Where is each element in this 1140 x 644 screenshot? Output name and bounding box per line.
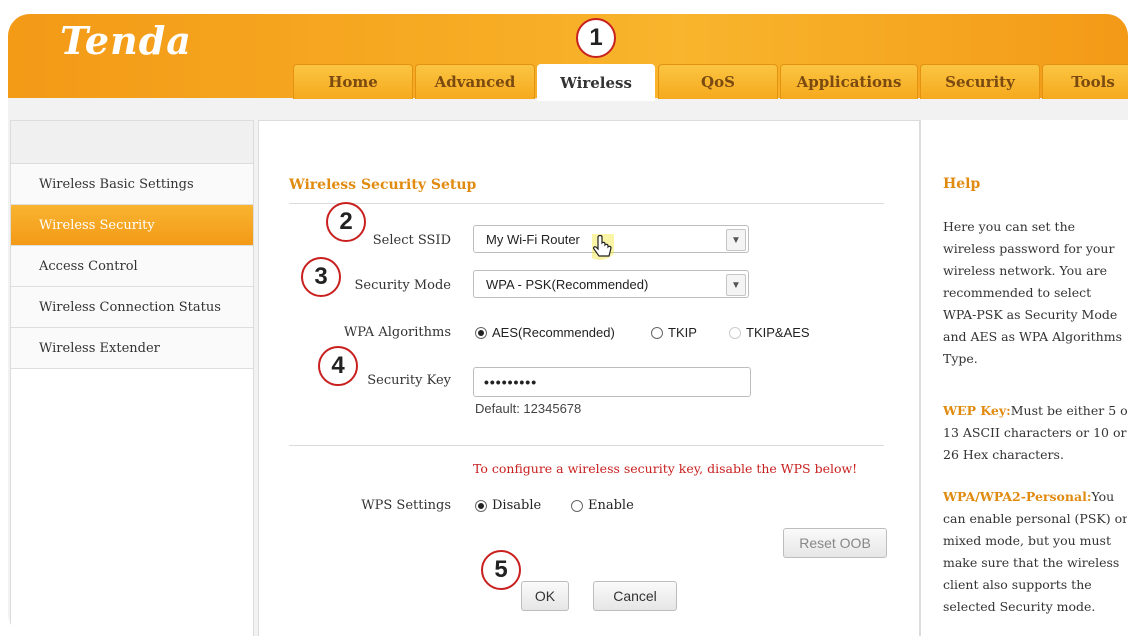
tenda-logo: Tenda — [60, 18, 192, 63]
help-line: recommended to select — [943, 285, 1092, 300]
security-mode-value: WPA - PSK(Recommended) — [486, 276, 649, 292]
help-line: and AES as WPA Algorithms — [943, 329, 1122, 344]
sidebar-item-wireless-extender[interactable]: Wireless Extender — [11, 328, 253, 369]
algo-aes-label: AES(Recommended) — [492, 325, 615, 340]
step-marker-3: 3 — [301, 257, 341, 297]
divider — [289, 445, 884, 446]
key-default-hint: Default: 12345678 — [475, 401, 582, 416]
section-title: Wireless Security Setup — [289, 177, 477, 193]
wpa-term: WPA/WPA2-Personal: — [943, 489, 1092, 504]
sidebar-item-wireless-connection-status[interactable]: Wireless Connection Status — [11, 287, 253, 328]
tab-tools[interactable]: Tools — [1042, 64, 1128, 99]
wps-enable-label: Enable — [588, 498, 634, 513]
wpa-text: You — [1091, 489, 1115, 504]
step-marker-5: 5 — [481, 550, 521, 590]
radio-icon — [651, 326, 663, 339]
wps-warning-text: To configure a wireless security key, di… — [473, 461, 858, 476]
help-line: can enable personal (PSK) or — [943, 511, 1127, 526]
algo-tkip-label: TKIP — [668, 325, 697, 340]
help-line: WEP Key:Must be either 5 or — [943, 400, 1127, 422]
ssid-value: My Wi-Fi Router — [486, 231, 580, 247]
security-key-input[interactable]: ••••••••• — [473, 367, 751, 397]
help-intro: Here you can set the wireless password f… — [943, 216, 1127, 370]
radio-icon — [729, 326, 741, 339]
security-mode-select[interactable]: WPA - PSK(Recommended) ▼ — [473, 270, 749, 298]
sidebar-item-wireless-basic-settings[interactable]: Wireless Basic Settings — [11, 164, 253, 205]
help-line: mixed mode, but you must — [943, 533, 1111, 548]
security-key-label: Security Key — [367, 373, 451, 388]
divider — [289, 203, 884, 204]
sidebar-item-wireless-security[interactable]: Wireless Security — [11, 205, 253, 246]
radio-icon — [571, 499, 583, 512]
algo-radio-tkip-aes[interactable]: TKIP&AES — [729, 325, 810, 340]
hand-cursor-icon — [592, 234, 614, 260]
ok-button[interactable]: OK — [521, 581, 569, 611]
tab-applications[interactable]: Applications — [780, 64, 918, 99]
help-line: wireless network. You are — [943, 263, 1108, 278]
sidebar: Wireless Basic Settings Wireless Securit… — [10, 120, 254, 636]
sidebar-item-access-control[interactable]: Access Control — [11, 246, 253, 287]
help-line: WPA-PSK as Security Mode — [943, 307, 1118, 322]
radio-selected-icon — [475, 499, 487, 512]
algo-tkip-aes-label: TKIP&AES — [746, 325, 810, 340]
main-panel: Wireless Security Setup Select SSID My W… — [258, 120, 920, 636]
cancel-button[interactable]: Cancel — [593, 581, 677, 611]
wep-text: Must be either 5 or — [1010, 403, 1127, 418]
help-line: make sure that the wireless — [943, 555, 1120, 570]
tab-advanced[interactable]: Advanced — [415, 64, 535, 99]
step-marker-4: 4 — [318, 346, 358, 386]
help-panel: Help Here you can set the wireless passw… — [920, 120, 1128, 636]
help-line: WPA/WPA2-Personal:You — [943, 486, 1127, 508]
help-line: 26 Hex characters. — [943, 447, 1064, 462]
ssid-label: Select SSID — [372, 233, 451, 248]
wps-radio-disable[interactable]: Disable — [475, 498, 541, 513]
wps-settings-label: WPS Settings — [361, 498, 451, 513]
help-line: Here you can set the — [943, 219, 1076, 234]
header-bar: Tenda Home Advanced Wireless QoS Applica… — [8, 14, 1128, 101]
help-line: Type. — [943, 351, 978, 366]
step-marker-2: 2 — [326, 202, 366, 242]
help-line: wireless password for your — [943, 241, 1115, 256]
radio-selected-icon — [475, 326, 487, 339]
algo-radio-tkip[interactable]: TKIP — [651, 325, 697, 340]
help-line: 13 ASCII characters or 10 or — [943, 425, 1127, 440]
help-title: Help — [943, 176, 981, 192]
help-line: selected Security mode. — [943, 599, 1096, 614]
router-admin-window: Tenda Home Advanced Wireless QoS Applica… — [8, 14, 1128, 636]
wep-key-term: WEP Key: — [943, 403, 1011, 418]
wps-radio-enable[interactable]: Enable — [571, 498, 634, 513]
tab-qos[interactable]: QoS — [658, 64, 778, 99]
tab-wireless[interactable]: Wireless — [537, 64, 655, 101]
help-wpa: WPA/WPA2-Personal:You can enable persona… — [943, 486, 1127, 618]
wps-disable-label: Disable — [492, 498, 542, 513]
sidebar-header — [11, 121, 253, 164]
reset-oob-button[interactable]: Reset OOB — [783, 528, 887, 558]
wpa-algorithms-label: WPA Algorithms — [343, 325, 451, 340]
chevron-down-icon[interactable]: ▼ — [726, 274, 746, 296]
step-marker-1: 1 — [576, 18, 616, 58]
chevron-down-icon[interactable]: ▼ — [726, 229, 746, 251]
help-wep: WEP Key:Must be either 5 or 13 ASCII cha… — [943, 400, 1127, 466]
algo-radio-aes[interactable]: AES(Recommended) — [475, 325, 615, 340]
tab-security[interactable]: Security — [920, 64, 1040, 99]
tab-home[interactable]: Home — [293, 64, 413, 99]
help-line: client also supports the — [943, 577, 1092, 592]
